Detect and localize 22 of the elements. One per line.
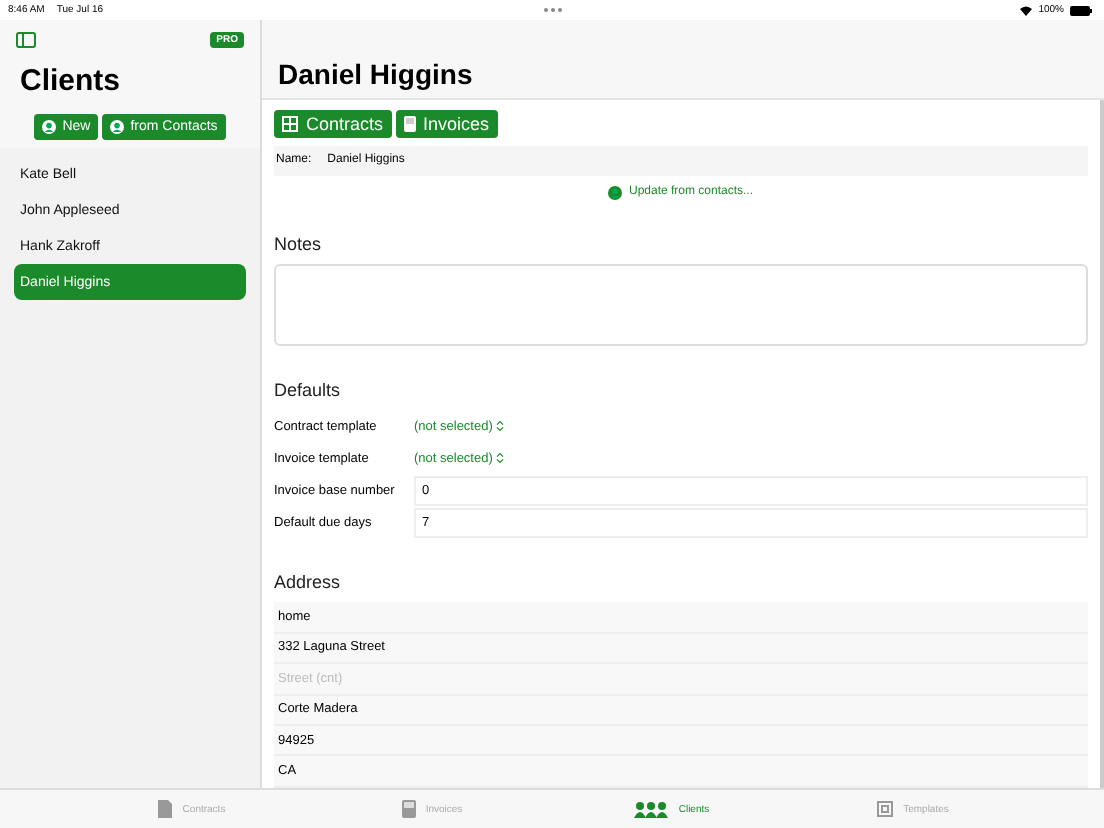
chevron-updown-icon [496,420,505,433]
sidebar-title: Clients [20,64,123,98]
address-heading: Address [274,572,343,593]
people-icon [634,801,669,817]
wifi-icon [1020,5,1033,15]
grid-icon [282,116,298,132]
defaults-heading: Defaults [274,380,343,401]
notes-field[interactable] [274,263,1088,347]
notes-heading: Notes [274,233,324,254]
battery-icon [1070,5,1092,15]
book-icon [403,116,416,132]
person-icon [110,120,125,134]
person-icon [42,120,57,134]
sidebar-toggle-icon[interactable] [16,32,36,48]
frame-icon [875,800,894,818]
chevron-updown-icon [496,452,505,465]
person-icon [608,185,623,200]
book-icon [401,800,416,818]
invoices-button[interactable]: Invoices [395,110,498,138]
document-icon [158,800,173,818]
detail-title: Daniel Higgins [262,20,1104,100]
contracts-button[interactable]: Contracts [274,110,392,138]
